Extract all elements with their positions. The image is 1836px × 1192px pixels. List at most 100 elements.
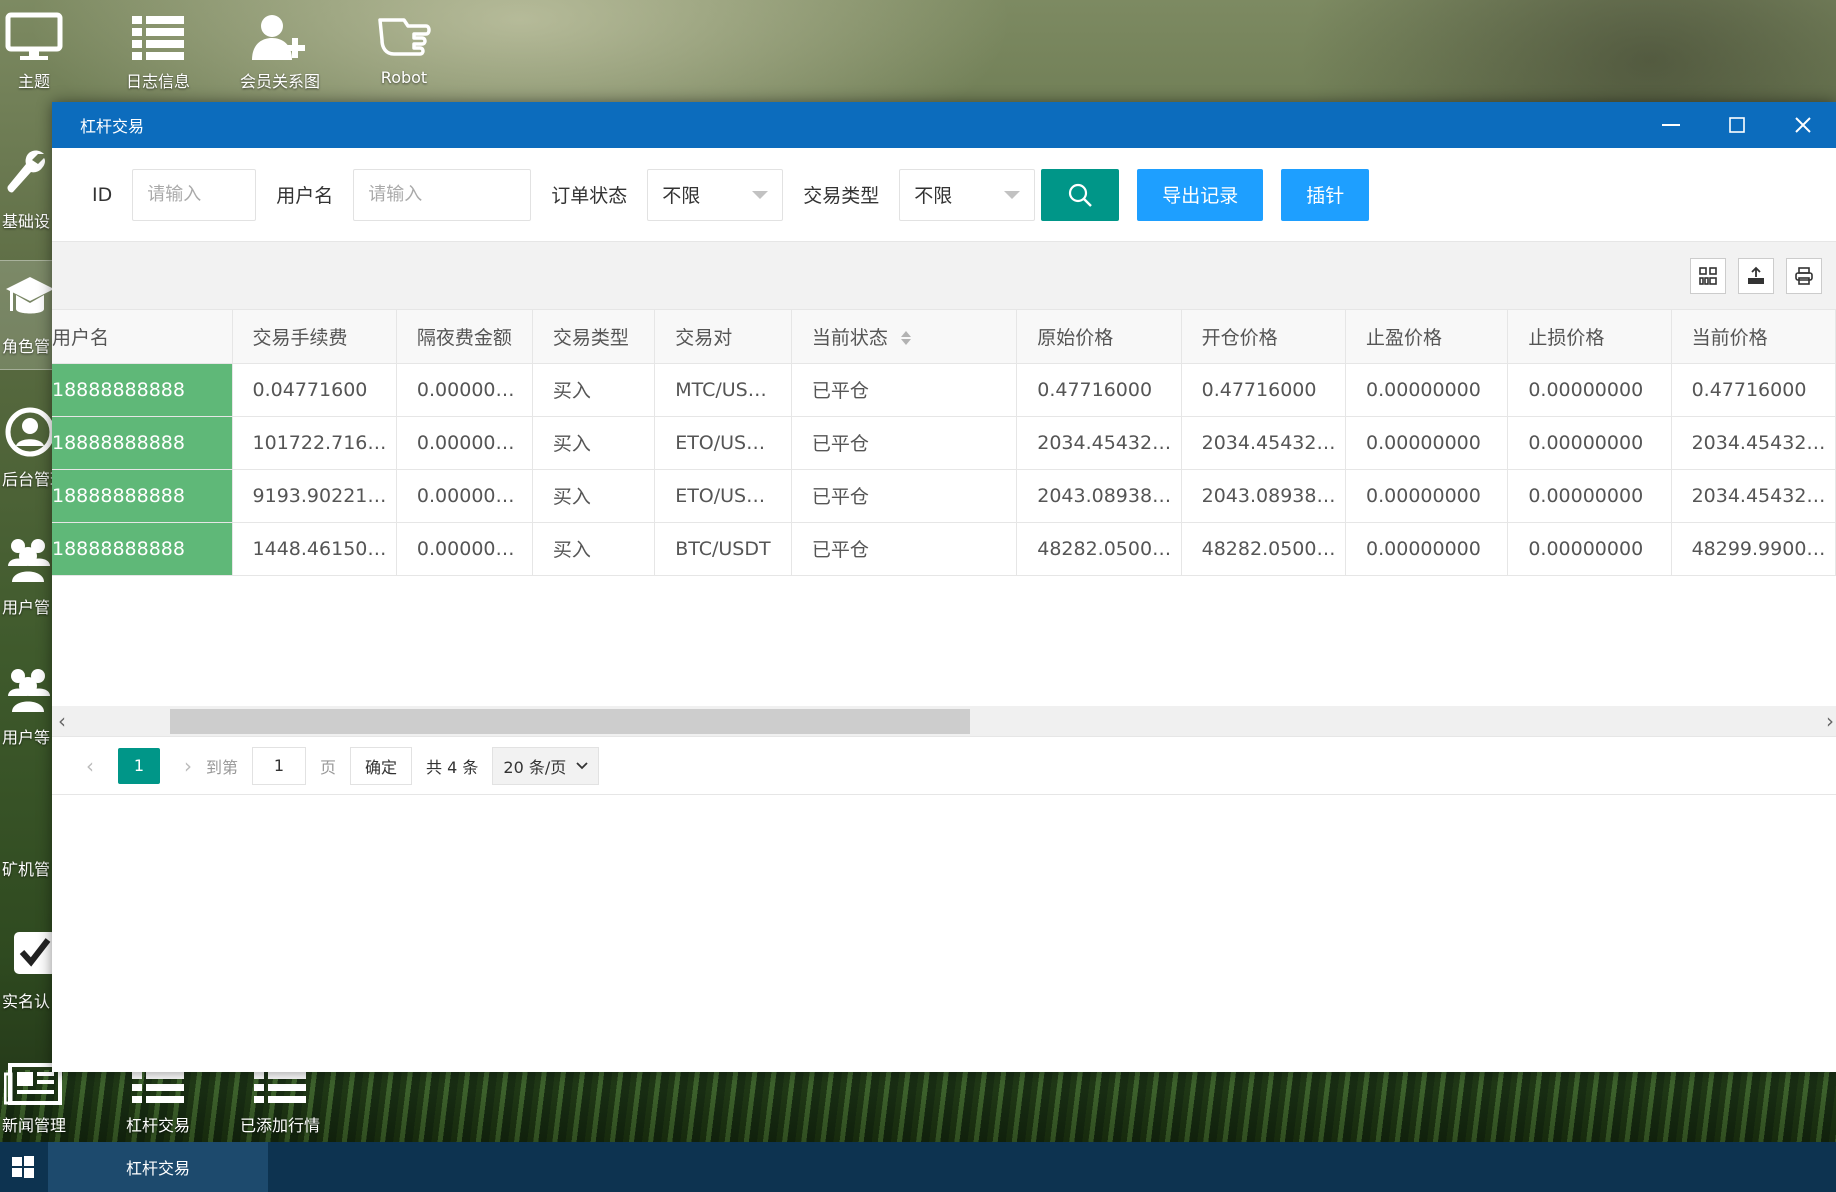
column-header[interactable]: 交易类型 [532,310,656,364]
goto-page-input[interactable] [252,746,307,785]
page-size-value: 20 条/页 [503,757,567,777]
column-header[interactable]: 原始价格 [1016,310,1182,364]
columns-filter-button[interactable] [1690,258,1726,294]
column-header[interactable]: 隔夜费金额 [396,310,533,364]
order-status-select[interactable]: 不限 [647,168,784,221]
taskbar-item-leverage-trading[interactable]: 杠杆交易 [48,1142,268,1192]
print-button[interactable] [1786,258,1822,294]
trade-type-select[interactable]: 不限 [899,168,1036,221]
window-titlebar[interactable]: 杠杆交易 [52,102,1836,148]
confirm-page-button[interactable]: 确定 [350,746,413,785]
desktop-icon-label: 杠杆交易 [125,1116,190,1135]
desktop-icon-label: Robot [380,68,428,87]
cell-stop-loss: 0.00000000 [1507,522,1672,576]
sort-icon[interactable] [900,330,912,346]
desktop-icon-real-name[interactable]: 实名认 [0,916,52,1026]
cell-fee: 1448.46150… [232,522,397,576]
desktop-icon-robot[interactable]: Robot [352,12,456,87]
column-header-label: 当前状态 [811,326,888,349]
desktop-icon-theme[interactable]: 主题 [0,12,86,92]
close-button[interactable] [1770,102,1836,148]
cell-username: 18888888888 [52,469,233,523]
minimize-icon [1662,124,1680,126]
column-header[interactable]: 止损价格 [1507,310,1672,364]
search-button[interactable] [1041,168,1120,221]
desktop-icon-user-level[interactable]: 用户等 [0,652,52,762]
scroll-left-icon[interactable]: ‹ [58,709,66,733]
column-header[interactable]: 用户名 [52,310,233,364]
desktop-icon-label: 实名认 [2,992,51,1011]
next-page-icon[interactable]: › [170,754,206,778]
desktop-icon-basic-settings[interactable]: 基础设 [0,136,52,246]
id-input[interactable] [132,168,257,221]
checkbox-icon [14,932,52,974]
column-header[interactable]: 开仓价格 [1181,310,1347,364]
desktop-icon-user-management[interactable]: 用户管 [0,522,52,632]
desktop-icon-label: 矿机管 [2,860,51,879]
cell-open-price: 0.47716000 [1181,363,1347,417]
scroll-right-icon[interactable]: › [1826,709,1834,733]
cell-username: 18888888888 [52,363,233,417]
table-row[interactable]: 18888888888 1448.46150… 0.00000… 买入 BTC/… [52,522,1836,576]
desktop-icon-label: 用户等 [2,728,51,747]
horizontal-scrollbar[interactable]: ‹ › [52,706,1836,736]
column-header[interactable]: 交易手续费 [232,310,397,364]
table-row[interactable]: 18888888888 0.04771600 0.00000… 买入 MTC/U… [52,363,1836,417]
desktop-icon-admin-management[interactable]: 后台管理 [0,394,52,504]
windows-logo-icon [12,1156,34,1178]
chevron-down-icon [1004,190,1021,199]
trade-type-label: 交易类型 [803,185,880,207]
column-header[interactable]: 当前价格 [1671,310,1836,364]
cell-take-profit: 0.00000000 [1345,416,1509,470]
users-icon [8,539,50,582]
scrollbar-thumb[interactable] [170,709,970,734]
column-header-status[interactable]: 当前状态 [791,310,1018,364]
desktop-icon-leverage-trading[interactable]: 杠杆交易 [106,1070,210,1136]
cell-stop-loss: 0.00000000 [1507,416,1672,470]
desktop-icon-label: 日志信息 [125,72,190,91]
desktop-icon-miner-management[interactable]: 矿机管 [0,784,52,894]
pagination: ‹ 1 › 到第 页 确定 共 4 条 20 条/页 [52,737,1836,795]
cell-overnight-fee: 0.00000… [396,522,533,576]
prev-page-icon[interactable]: ‹ [72,754,108,778]
cell-trade-type: 买入 [532,469,656,523]
cell-fee: 9193.90221… [232,469,397,523]
cell-open-price: 2034.45432… [1181,416,1347,470]
pin-button[interactable]: 插针 [1281,168,1370,221]
start-button[interactable] [0,1142,46,1192]
page-size-select[interactable]: 20 条/页 [492,746,600,785]
table-toolbar [52,242,1836,310]
minimize-button[interactable] [1638,102,1704,148]
desktop-icon-member-graph[interactable]: 会员关系图 [228,12,332,92]
cell-status: 已平仓 [791,469,1018,523]
desktop-icon-news[interactable]: 新闻管理 [0,1062,86,1136]
username-input[interactable] [353,168,532,221]
cell-current-price: 2034.45432… [1671,469,1836,523]
close-icon [1795,117,1811,133]
cell-original-price: 48282.0500… [1016,522,1182,576]
desktop-icon-role-management[interactable]: 角色管 [0,260,52,370]
window-controls [1638,102,1836,148]
cell-overnight-fee: 0.00000… [396,469,533,523]
maximize-icon [1729,117,1745,133]
table-row[interactable]: 18888888888 9193.90221… 0.00000… 买入 ETO/… [52,469,1836,523]
export-records-button[interactable]: 导出记录 [1137,168,1264,221]
column-header[interactable]: 止盈价格 [1345,310,1509,364]
table-row[interactable]: 18888888888 101722.716… 0.00000… 买入 ETO/… [52,416,1836,470]
print-icon [1795,267,1813,285]
column-header[interactable]: 交易对 [654,310,792,364]
user-circle-icon [5,407,52,457]
desktop-icon-log[interactable]: 日志信息 [106,12,210,92]
cell-pair: ETO/US… [654,416,792,470]
desktop-icon-added-quotes[interactable]: 已添加行情 [228,1070,332,1136]
table-header-row: 用户名 交易手续费 隔夜费金额 交易类型 交易对 当前状态 原始价格 开仓价格 … [52,310,1836,364]
cell-username: 18888888888 [52,416,233,470]
goto-label: 到第 [206,757,239,777]
export-button[interactable] [1738,258,1774,294]
cell-current-price: 2034.45432… [1671,416,1836,470]
maximize-button[interactable] [1704,102,1770,148]
current-page[interactable]: 1 [118,747,160,784]
desktop-icon-label: 用户管 [2,598,51,617]
desktop-icon-label: 会员关系图 [239,72,320,91]
wrench-icon [7,150,46,193]
